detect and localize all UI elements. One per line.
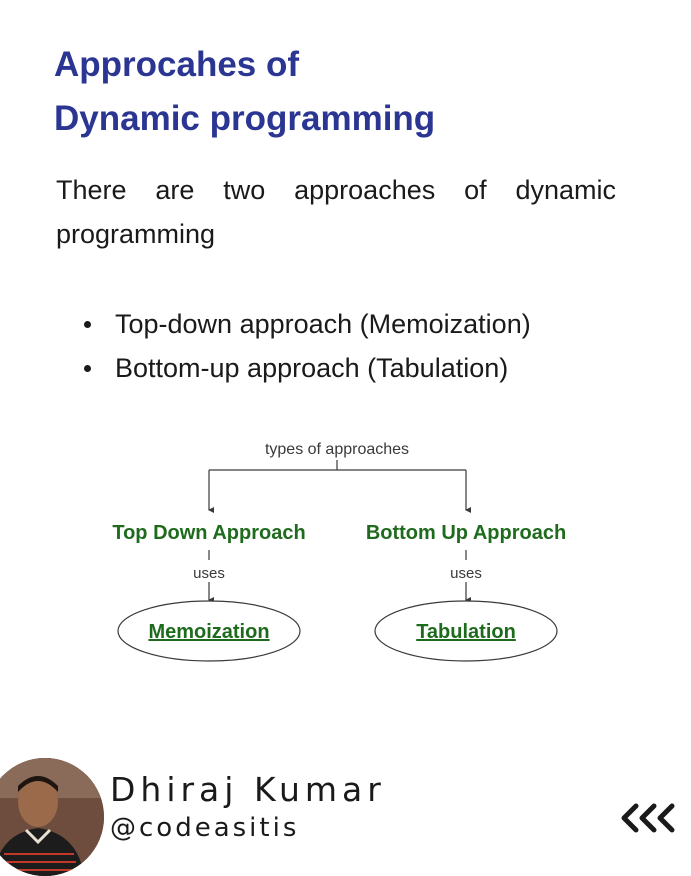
author-handle: @codeasitis [110,813,300,843]
diagram-root-label: types of approaches [265,441,409,458]
title-line-1: Approcahes of [54,45,300,84]
bottom-up-title: Bottom Up Approach [366,522,566,544]
bullet-icon [84,321,91,328]
memoization-label: Memoization [148,621,269,643]
top-down-edge-label: uses [193,565,225,582]
chevrons-left-icon[interactable] [620,800,680,836]
list-item: Bottom-up approach (Tabulation) [84,346,531,390]
approaches-diagram: types of approaches Top Down Approach Bo… [112,441,566,662]
intro-paragraph: There are two approaches of dynamic prog… [56,175,616,249]
list-item-text: Top-down approach (Memoization) [115,309,531,339]
top-down-title: Top Down Approach [112,522,305,544]
list-item: Top-down approach (Memoization) [84,302,531,346]
approach-list: Top-down approach (Memoization) Bottom-u… [84,302,531,390]
avatar [0,758,104,876]
list-item-text: Bottom-up approach (Tabulation) [115,353,509,383]
bullet-icon [84,365,91,372]
page-title: Approcahes of Dynamic programming [54,38,435,146]
tabulation-label: Tabulation [416,621,516,643]
author-name: Dhiraj Kumar [110,770,386,809]
title-line-2: Dynamic programming [54,99,436,138]
bottom-up-edge-label: uses [450,565,482,582]
